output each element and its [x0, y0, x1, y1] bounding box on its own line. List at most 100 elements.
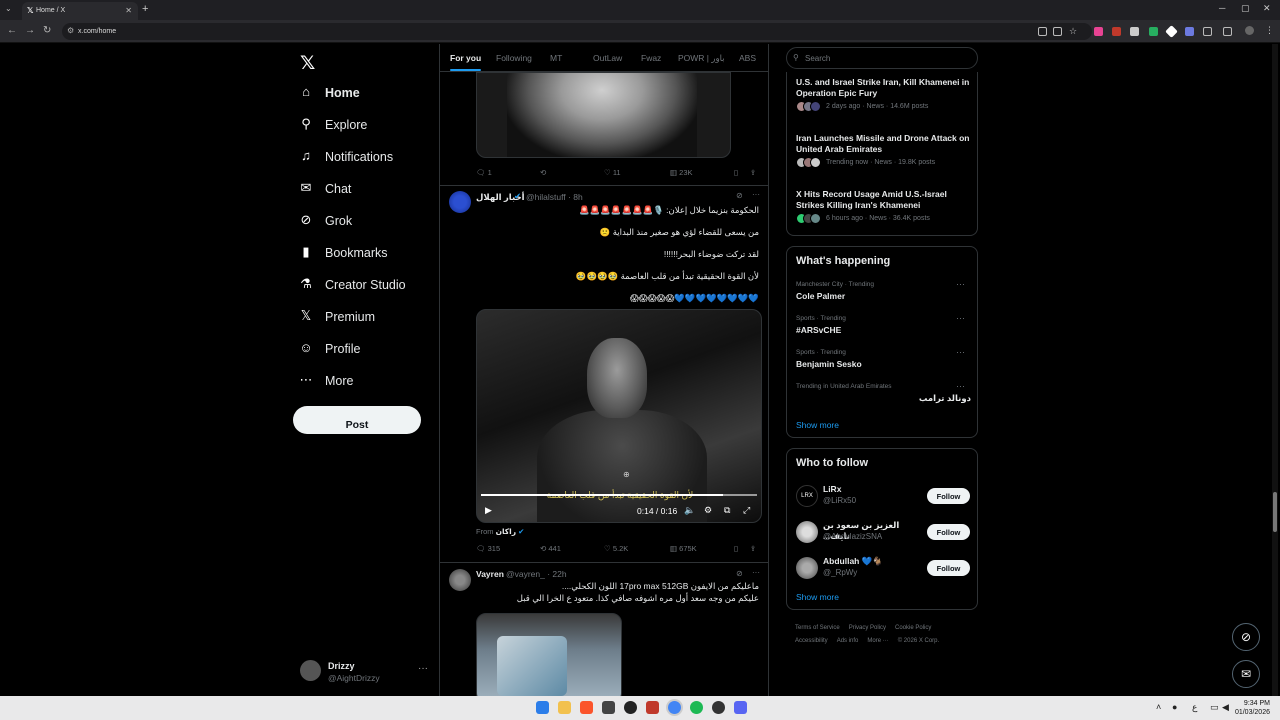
grok-icon[interactable]: ⊘ — [736, 569, 743, 578]
account-switcher[interactable]: Drizzy @AightDrizzy ··· — [300, 658, 430, 688]
nav-item-home[interactable]: ⌂ Home — [298, 81, 438, 109]
views-icon[interactable]: ▥ 23K — [670, 168, 693, 177]
follow-button[interactable]: Follow — [927, 560, 970, 576]
tab-mt[interactable]: MT — [550, 53, 562, 63]
share-icon[interactable]: ⇪ — [750, 168, 756, 177]
maximize-icon[interactable]: ▢ — [1241, 3, 1250, 14]
bookmark-star-icon[interactable]: ☆ — [1069, 26, 1078, 36]
bookmark-icon[interactable]: ▯ — [734, 168, 738, 177]
follow-suggestion[interactable]: العزيز بن سعود بن نايف... @AbdulazizSNA … — [796, 519, 974, 547]
more-icon[interactable]: ··· — [752, 568, 760, 577]
discord-icon[interactable] — [734, 701, 747, 714]
tab-fwaz[interactable]: Fwaz — [641, 53, 661, 63]
news-item[interactable]: Iran Launches Missile and Drone Attack o… — [796, 133, 971, 168]
tweet-image[interactable] — [476, 72, 731, 158]
footer-link[interactable]: Terms of Service — [795, 625, 840, 631]
more-icon[interactable]: ··· — [956, 347, 965, 357]
search-input[interactable]: ⚲ Search — [786, 47, 978, 69]
start-icon[interactable] — [536, 701, 549, 714]
volume-icon[interactable]: ◀ — [1222, 702, 1229, 713]
extension-icon-3[interactable] — [1130, 27, 1139, 36]
app-icon[interactable] — [646, 701, 659, 714]
more-icon[interactable]: ··· — [752, 190, 760, 199]
tweet-author-name[interactable]: Vayren — [476, 569, 504, 579]
news-item[interactable]: X Hits Record Usage Amid U.S.-Israel Str… — [796, 189, 971, 224]
picture-in-picture-icon[interactable]: ⧉ — [724, 505, 730, 516]
reply-icon[interactable]: 🗨 1 — [476, 168, 492, 177]
network-icon[interactable]: ▭ — [1210, 702, 1219, 713]
from-name[interactable]: راكان — [496, 527, 516, 536]
close-window-icon[interactable]: ✕ — [1263, 3, 1271, 14]
minimize-icon[interactable]: ─ — [1219, 3, 1225, 13]
more-icon[interactable]: ··· — [956, 313, 965, 323]
mic-icon[interactable]: ● — [1172, 702, 1177, 712]
follow-suggestion[interactable]: Abdullah 💙🐐 @_RpWy Follow — [796, 555, 974, 583]
forward-icon[interactable]: → — [25, 25, 35, 36]
menu-kebab-icon[interactable]: ⋮ — [1265, 25, 1274, 35]
extensions-puzzle-icon[interactable] — [1203, 27, 1212, 36]
show-more-link[interactable]: Show more — [796, 592, 839, 602]
messages-fab-button[interactable]: ✉ — [1232, 660, 1260, 688]
repost-icon[interactable]: ⟲ 441 — [540, 544, 561, 553]
zoom-icon[interactable] — [1038, 27, 1047, 36]
tab-for-you[interactable]: For you — [450, 53, 482, 71]
reload-icon[interactable]: ↻ — [43, 25, 51, 36]
nav-item-more[interactable]: ⋯ More — [298, 369, 438, 397]
nav-item-creator-studio[interactable]: ⚗ Creator Studio — [298, 273, 438, 301]
more-icon[interactable]: ··· — [418, 663, 428, 674]
back-icon[interactable]: ← — [7, 25, 17, 36]
repost-icon[interactable]: ⟲ — [540, 168, 546, 177]
trend-item[interactable]: Sports · Trending #ARSvCHE ··· — [796, 313, 971, 335]
post-button[interactable]: Post — [293, 406, 421, 434]
nav-item-notifications[interactable]: ♫ Notifications — [298, 145, 438, 173]
app-icon[interactable] — [712, 701, 725, 714]
like-icon[interactable]: ♡ 5.2K — [604, 544, 628, 553]
extension-icon-5[interactable] — [1165, 25, 1178, 38]
avatar[interactable] — [449, 191, 471, 213]
chrome-icon[interactable] — [668, 701, 681, 714]
x-logo-icon[interactable]: 𝕏 — [300, 52, 315, 75]
browser-tab-home[interactable]: 𝕏 Home / X ✕ — [22, 2, 138, 20]
settings-icon[interactable]: ⚙ — [704, 505, 712, 516]
tab-powr[interactable]: POWR | باور — [678, 53, 725, 64]
fullscreen-icon[interactable]: ⤢ — [743, 505, 750, 516]
extension-icon-4[interactable] — [1149, 27, 1158, 36]
tweet-image[interactable] — [476, 613, 622, 696]
nav-item-premium[interactable]: 𝕏 Premium — [298, 305, 438, 333]
nav-item-chat[interactable]: ✉ Chat — [298, 177, 438, 205]
new-tab-button[interactable]: + — [142, 3, 148, 15]
views-icon[interactable]: ▥ 675K — [670, 544, 697, 553]
site-info-icon[interactable]: ⚙ — [67, 26, 74, 35]
follow-button[interactable]: Follow — [927, 524, 970, 540]
follow-button[interactable]: Follow — [927, 488, 970, 504]
trend-item[interactable]: Manchester City · Trending Cole Palmer ·… — [796, 279, 971, 301]
footer-link[interactable]: Privacy Policy — [849, 625, 886, 631]
tray-chevron-icon[interactable]: ˄ — [1156, 702, 1161, 712]
tab-search-icon[interactable]: ⌄ — [5, 4, 12, 13]
brave-icon[interactable] — [580, 701, 593, 714]
news-item[interactable]: U.S. and Israel Strike Iran, Kill Khamen… — [796, 77, 971, 112]
show-more-link[interactable]: Show more — [796, 420, 839, 430]
nav-item-profile[interactable]: ☺ Profile — [298, 337, 438, 365]
trend-item[interactable]: Sports · Trending Benjamin Sesko ··· — [796, 347, 971, 369]
bookmark-icon[interactable]: ▯ — [734, 544, 738, 553]
spotify-icon[interactable] — [690, 701, 703, 714]
footer-link[interactable]: Cookie Policy — [895, 625, 931, 631]
nav-item-grok[interactable]: ⊘ Grok — [298, 209, 438, 237]
tab-following[interactable]: Following — [496, 53, 532, 63]
more-icon[interactable]: ··· — [956, 381, 965, 391]
tab-abs[interactable]: ABS — [739, 53, 756, 63]
reply-icon[interactable]: 🗨 315 — [476, 544, 500, 553]
like-icon[interactable]: ♡ 11 — [604, 168, 621, 177]
tweet-video[interactable]: ⊕ لأن القوة الحقيقية تبدأ من قلب العاصمة… — [476, 309, 762, 523]
sidebar-icon[interactable] — [1223, 27, 1232, 36]
grok-fab-button[interactable]: ⊘ — [1232, 623, 1260, 651]
extension-icon-1[interactable] — [1094, 27, 1103, 36]
extension-icon-2[interactable] — [1112, 27, 1121, 36]
app-icon[interactable] — [602, 701, 615, 714]
profile-avatar-icon[interactable] — [1245, 26, 1254, 35]
follow-suggestion[interactable]: LRX LiRx @LiRx50 Follow — [796, 483, 974, 511]
video-progress-bar[interactable] — [481, 494, 757, 496]
system-clock[interactable]: 9:34 PM 01/03/2026 — [1235, 699, 1270, 717]
trend-item[interactable]: Trending in United Arab Emirates دونالد … — [796, 381, 971, 404]
